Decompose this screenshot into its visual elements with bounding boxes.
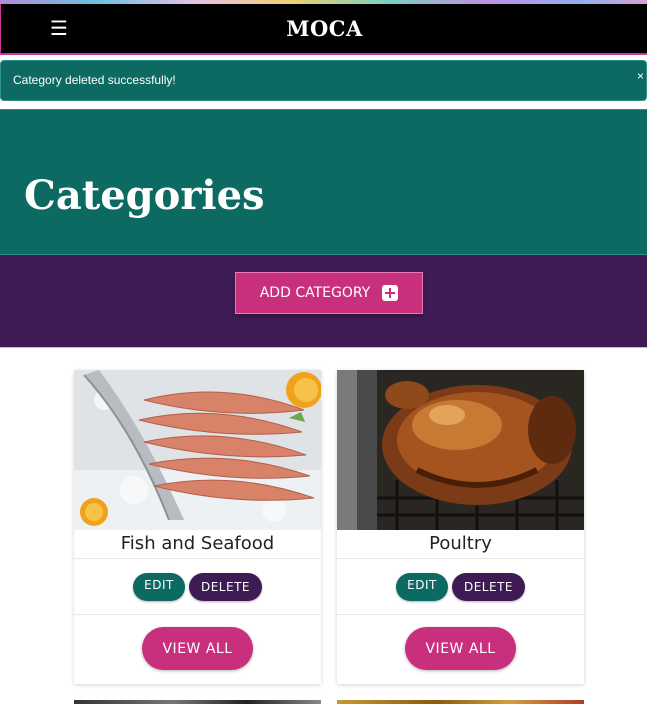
action-bar: ADD CATEGORY: [0, 255, 647, 348]
navbar: ☰ MOCA: [0, 4, 647, 55]
close-icon[interactable]: ×: [637, 69, 644, 83]
plus-square-icon: [382, 285, 399, 301]
delete-button[interactable]: DELETE: [452, 572, 525, 601]
page-title: Categories: [24, 172, 265, 219]
page-header: Categories: [0, 109, 647, 255]
category-image-poultry: [337, 370, 584, 530]
alert-message: Category deleted successfully!: [13, 73, 176, 87]
add-category-label: ADD CATEGORY: [259, 285, 371, 301]
success-alert: Category deleted successfully! ×: [0, 60, 647, 101]
edit-button[interactable]: EDIT: [133, 572, 185, 601]
card-actions: EDIT DELETE: [74, 559, 321, 615]
category-image-fish: [74, 370, 321, 530]
delete-button[interactable]: DELETE: [189, 572, 262, 601]
view-all-button[interactable]: VIEW ALL: [405, 627, 516, 670]
view-all-button[interactable]: VIEW ALL: [142, 627, 253, 670]
category-card-poultry: Poultry EDIT DELETE VIEW ALL: [337, 370, 584, 684]
add-category-button[interactable]: ADD CATEGORY: [235, 272, 423, 314]
category-name: Poultry: [337, 530, 584, 559]
category-name: Fish and Seafood: [74, 530, 321, 559]
card-actions: EDIT DELETE: [337, 559, 584, 615]
category-card-partial: [74, 700, 321, 704]
edit-button[interactable]: EDIT: [396, 572, 448, 601]
category-card-partial: [337, 700, 584, 704]
category-card-fish-and-seafood: Fish and Seafood EDIT DELETE VIEW ALL: [74, 370, 321, 684]
brand-logo[interactable]: MOCA: [1, 16, 647, 41]
